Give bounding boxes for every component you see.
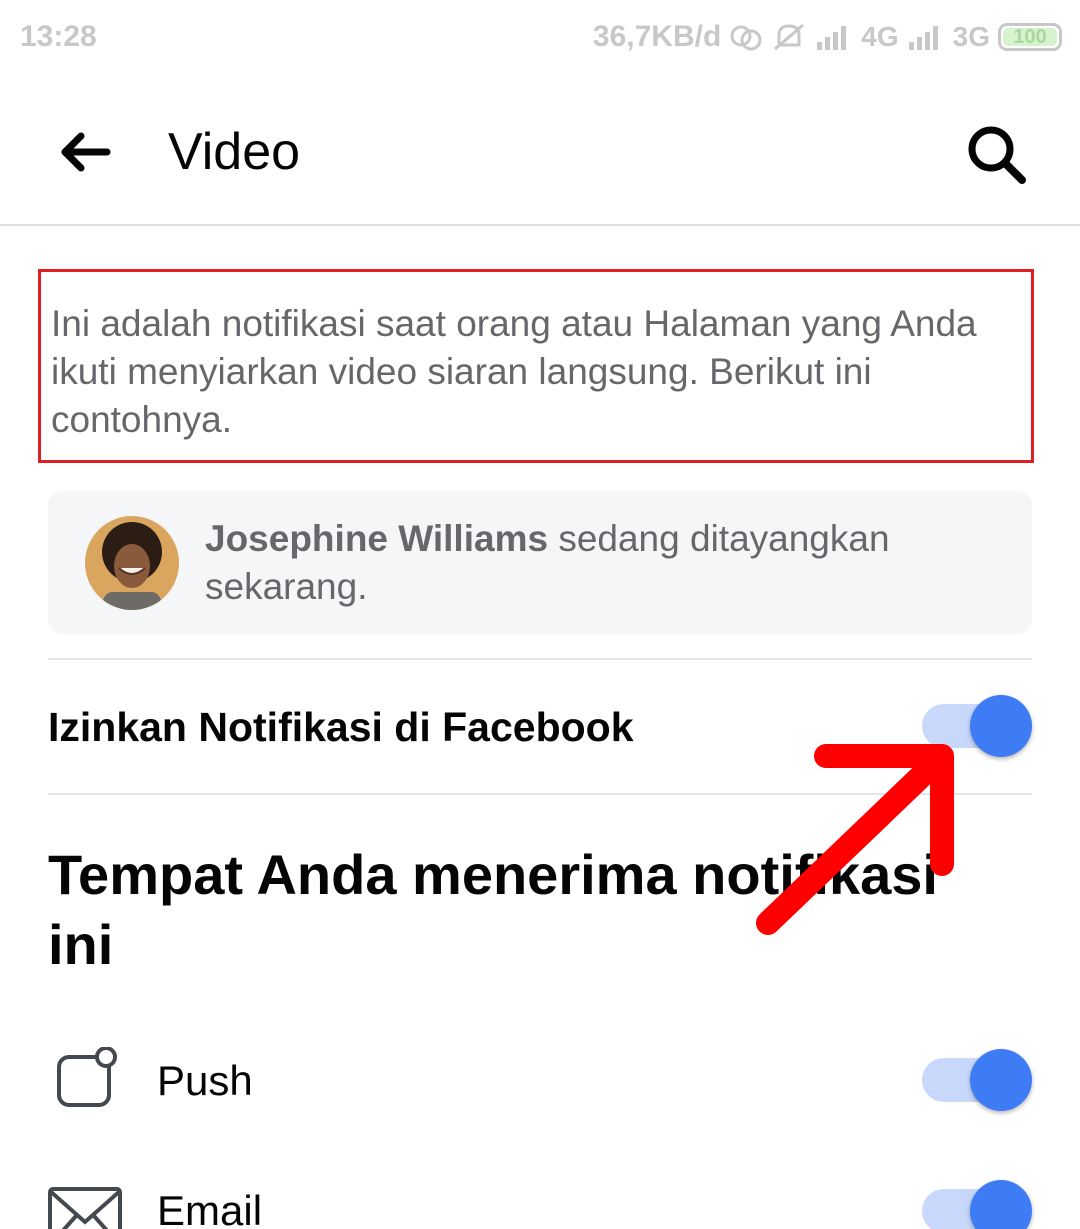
description-text: Ini adalah notifikasi saat orang atau Ha… xyxy=(51,303,977,440)
push-toggle[interactable] xyxy=(922,1049,1032,1111)
search-icon xyxy=(968,126,1026,184)
battery-level: 100 xyxy=(1013,26,1047,48)
push-notification-icon xyxy=(50,1046,124,1109)
signal-icon-2 xyxy=(908,26,938,50)
network-speed: 36,7KB/d xyxy=(592,20,722,53)
channel-label-email: Email xyxy=(157,1187,263,1229)
channel-label-push: Push xyxy=(157,1057,253,1104)
back-button[interactable] xyxy=(52,120,116,184)
arrow-left-icon xyxy=(61,132,111,172)
network-type-2: 3G xyxy=(952,21,990,52)
signal-icon xyxy=(817,26,847,50)
search-button[interactable] xyxy=(960,118,1032,190)
preview-name: Josephine Williams xyxy=(205,518,549,559)
status-indicators: 36,7KB/d 4G 3G 100 xyxy=(593,20,1062,54)
divider xyxy=(48,793,1032,795)
description-highlight-box: Ini adalah notifikasi saat orang atau Ha… xyxy=(38,269,1034,463)
avatar xyxy=(85,516,179,610)
sync-icon xyxy=(730,25,762,51)
network-type-1: 4G xyxy=(861,21,899,52)
app-bar: Video xyxy=(0,76,1080,226)
toggle-knob xyxy=(970,695,1032,757)
email-toggle[interactable] xyxy=(922,1180,1032,1229)
preview-text: Josephine Williams sedang ditayangkan se… xyxy=(205,515,1005,611)
toggle-knob xyxy=(970,1180,1032,1229)
page-title: Video xyxy=(168,123,301,181)
battery-icon: 100 xyxy=(998,23,1062,51)
divider xyxy=(48,658,1032,660)
toggle-knob xyxy=(970,1049,1032,1111)
envelope-icon xyxy=(48,1186,122,1229)
section-heading: Tempat Anda menerima notifikasi ini xyxy=(48,843,938,976)
allow-notifications-toggle[interactable] xyxy=(922,695,1032,757)
status-bar: 13:28 36,7KB/d 4G 3G 100 xyxy=(0,0,1080,76)
notification-preview-card: Josephine Williams sedang ditayangkan se… xyxy=(48,491,1032,634)
mute-bell-icon xyxy=(774,23,805,51)
allow-notifications-label: Izinkan Notifikasi di Facebook xyxy=(48,704,634,750)
status-time: 13:28 xyxy=(20,20,97,53)
